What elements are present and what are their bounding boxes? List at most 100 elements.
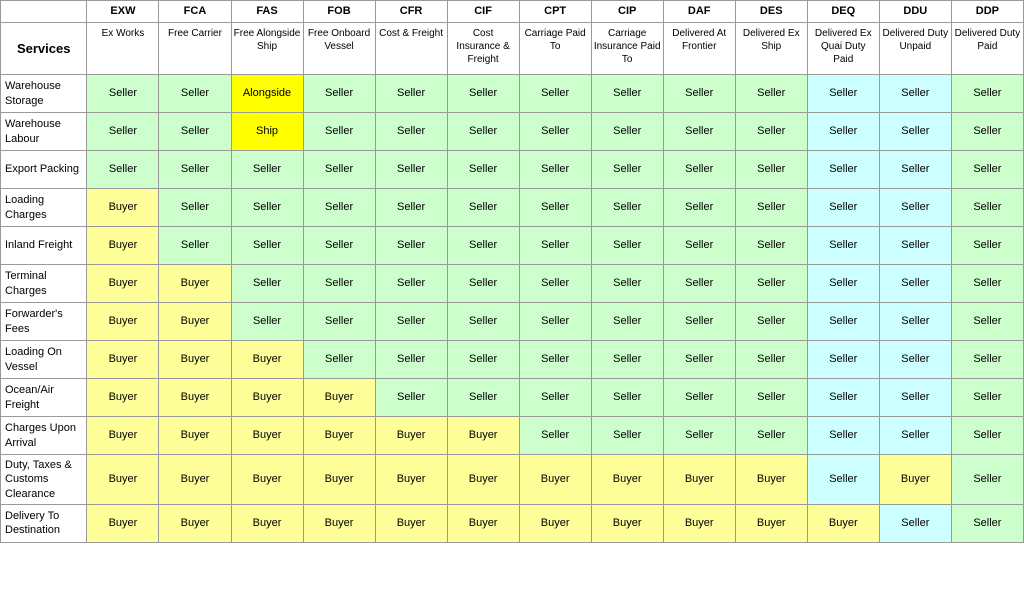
data-cell: Seller (735, 113, 807, 151)
data-cell: Seller (519, 417, 591, 455)
data-cell: Seller (375, 341, 447, 379)
data-cell: Seller (231, 303, 303, 341)
data-cell: Seller (807, 113, 879, 151)
table-row: Forwarder's FeesBuyerBuyerSellerSellerSe… (1, 303, 1024, 341)
data-cell: Seller (735, 417, 807, 455)
header-ddu: DDU (879, 1, 951, 23)
data-cell: Seller (951, 265, 1023, 303)
data-cell: Buyer (159, 303, 231, 341)
data-cell: Buyer (231, 455, 303, 505)
service-name-cell: Loading On Vessel (1, 341, 87, 379)
data-cell: Seller (591, 341, 663, 379)
header-ddp: DDP (951, 1, 1023, 23)
subheader-cfr: Cost & Freight (375, 23, 447, 75)
data-cell: Seller (447, 113, 519, 151)
data-cell: Buyer (87, 303, 159, 341)
header-cip: CIP (591, 1, 663, 23)
data-cell: Buyer (447, 455, 519, 505)
service-name-cell: Warehouse Labour (1, 113, 87, 151)
table-row: Ocean/Air FreightBuyerBuyerBuyerBuyerSel… (1, 379, 1024, 417)
data-cell: Buyer (447, 417, 519, 455)
data-cell: Seller (519, 379, 591, 417)
data-cell: Seller (159, 113, 231, 151)
data-cell: Seller (663, 113, 735, 151)
subheader-deq: Delivered Ex Quai Duty Paid (807, 23, 879, 75)
data-cell: Seller (951, 113, 1023, 151)
data-cell: Buyer (231, 341, 303, 379)
incoterms-table: EXW FCA FAS FOB CFR CIF CPT CIP DAF DES … (0, 0, 1024, 543)
data-cell: Seller (807, 189, 879, 227)
data-cell: Buyer (159, 341, 231, 379)
data-cell: Seller (879, 504, 951, 542)
data-cell: Seller (807, 151, 879, 189)
data-cell: Seller (159, 151, 231, 189)
data-cell: Buyer (87, 455, 159, 505)
data-cell: Seller (231, 265, 303, 303)
data-cell: Seller (447, 341, 519, 379)
data-cell: Seller (447, 189, 519, 227)
data-cell: Buyer (159, 504, 231, 542)
data-cell: Seller (951, 455, 1023, 505)
data-cell: Buyer (735, 455, 807, 505)
data-cell: Buyer (87, 417, 159, 455)
data-cell: Seller (879, 151, 951, 189)
data-cell: Seller (447, 151, 519, 189)
data-cell: Seller (591, 113, 663, 151)
data-cell: Seller (807, 341, 879, 379)
data-cell: Seller (735, 75, 807, 113)
table-row: Duty, Taxes & Customs ClearanceBuyerBuye… (1, 455, 1024, 505)
service-name-cell: Duty, Taxes & Customs Clearance (1, 455, 87, 505)
data-cell: Buyer (519, 455, 591, 505)
data-cell: Buyer (375, 504, 447, 542)
data-cell: Seller (663, 265, 735, 303)
data-cell: Seller (591, 151, 663, 189)
data-cell: Seller (879, 75, 951, 113)
table-row: Export PackingSellerSellerSellerSellerSe… (1, 151, 1024, 189)
data-cell: Seller (375, 75, 447, 113)
subheader-daf: Delivered At Frontier (663, 23, 735, 75)
data-cell: Seller (807, 417, 879, 455)
data-cell: Seller (879, 189, 951, 227)
data-cell: Buyer (87, 189, 159, 227)
data-cell: Seller (735, 303, 807, 341)
data-cell: Seller (951, 189, 1023, 227)
data-cell: Seller (951, 341, 1023, 379)
data-cell: Seller (879, 227, 951, 265)
data-cell: Seller (735, 265, 807, 303)
data-cell: Seller (519, 303, 591, 341)
table-row: Warehouse StorageSellerSellerAlongsideSe… (1, 75, 1024, 113)
incoterms-table-wrapper: EXW FCA FAS FOB CFR CIF CPT CIP DAF DES … (0, 0, 1024, 543)
subheader-des: Delivered Ex Ship (735, 23, 807, 75)
data-cell: Buyer (735, 504, 807, 542)
data-cell: Seller (735, 189, 807, 227)
data-cell: Seller (519, 189, 591, 227)
data-cell: Seller (231, 227, 303, 265)
header-daf: DAF (663, 1, 735, 23)
table-row: Warehouse LabourSellerSellerShipSellerSe… (1, 113, 1024, 151)
data-cell: Buyer (159, 265, 231, 303)
data-cell: Buyer (303, 417, 375, 455)
data-cell: Alongside (231, 75, 303, 113)
data-cell: Seller (879, 113, 951, 151)
data-cell: Seller (591, 303, 663, 341)
data-cell: Seller (879, 341, 951, 379)
header-cpt: CPT (519, 1, 591, 23)
data-cell: Seller (879, 265, 951, 303)
table-row: Charges Upon ArrivalBuyerBuyerBuyerBuyer… (1, 417, 1024, 455)
data-cell: Buyer (159, 455, 231, 505)
data-cell: Seller (879, 303, 951, 341)
subheader-ddu: Delivered Duty Unpaid (879, 23, 951, 75)
data-cell: Ship (231, 113, 303, 151)
data-cell: Seller (663, 189, 735, 227)
data-cell: Buyer (591, 455, 663, 505)
header-exw: EXW (87, 1, 159, 23)
data-cell: Seller (519, 265, 591, 303)
header-deq: DEQ (807, 1, 879, 23)
data-cell: Seller (231, 189, 303, 227)
data-cell: Seller (375, 265, 447, 303)
header-fas: FAS (231, 1, 303, 23)
table-row: Loading On VesselBuyerBuyerBuyerSellerSe… (1, 341, 1024, 379)
data-cell: Seller (663, 75, 735, 113)
data-cell: Seller (951, 417, 1023, 455)
data-cell: Buyer (807, 504, 879, 542)
